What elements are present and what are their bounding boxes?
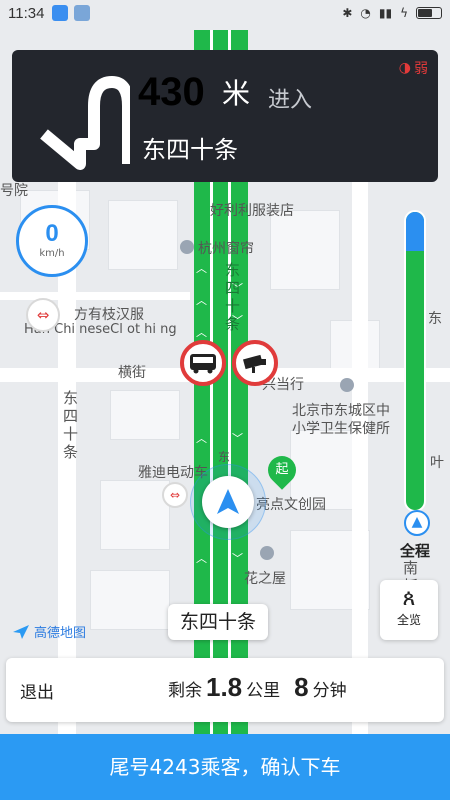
metro-icon: ⇔ [162, 482, 188, 508]
full-route-label: 全程 [400, 542, 431, 560]
car-position-icon [202, 476, 254, 528]
metro-icon: ⇔ [26, 298, 60, 332]
satellite-icon: ◑ [398, 60, 411, 76]
map-block [270, 210, 340, 290]
map-label: 花之屋 [244, 571, 286, 587]
app-notification-icon [52, 5, 69, 21]
remaining-distance-unit: 公里 [246, 681, 281, 701]
amap-logo-icon [13, 624, 29, 639]
remaining-prefix: 剩余 [168, 681, 202, 701]
trip-info-card: 退出 剩余 1.8 公里 8 分钟 [6, 658, 444, 722]
status-bar: 11:34 ✱ ◔ ▮▮ ϟ [0, 0, 450, 26]
map-road [352, 180, 368, 735]
status-time: 11:34 [8, 4, 45, 22]
map-block [90, 570, 170, 630]
remaining-info: 剩余 1.8 公里 8 分钟 [168, 672, 347, 703]
u-turn-icon [40, 76, 130, 170]
map-label: 北京市东城区中 [292, 403, 390, 419]
road-label: 东四十条 [61, 390, 79, 462]
status-icons: ✱ ◔ ▮▮ ϟ [342, 6, 442, 20]
start-point-marker: 起 [262, 450, 302, 490]
distance-to-turn: 430 [138, 70, 205, 114]
poi-icon [260, 546, 274, 560]
remaining-distance: 1.8 [206, 672, 243, 702]
confirm-dropoff-button[interactable]: 尾号4243乘客，确认下车 [0, 734, 450, 800]
battery-icon [416, 7, 442, 19]
overview-button[interactable]: ጰ 全览 [380, 580, 438, 640]
speed-camera-icon [232, 340, 278, 386]
map-block [110, 390, 180, 440]
map-label: 好利利服装店 [210, 203, 294, 219]
bluetooth-icon: ✱ [342, 6, 353, 20]
gps-signal-indicator: ◑ 弱 [399, 58, 428, 78]
message-notification-icon [74, 5, 91, 21]
bus-lane-icon [180, 340, 226, 386]
map-label: 叶 [430, 455, 444, 471]
map-label: 东 [428, 311, 442, 327]
poi-icon [180, 240, 194, 254]
map-label: 横街 [118, 365, 146, 381]
charging-icon: ϟ [400, 6, 408, 20]
exit-button[interactable]: 退出 [20, 678, 54, 703]
map-road [0, 292, 190, 300]
turn-action: 进入 [268, 88, 313, 113]
amap-logo: 高德地图 [12, 622, 86, 641]
current-road-label: 东四十条 [168, 604, 269, 640]
road-label: 东四十条 [223, 262, 241, 334]
speed-unit: km/h [39, 248, 65, 259]
distance-unit: 米 [222, 77, 251, 110]
map-label: 方有枝汉服 [74, 307, 144, 323]
signal-icon: ▮▮ [378, 6, 393, 20]
route-progress-bar [404, 210, 426, 512]
map-label: 亮点文创园 [256, 497, 326, 513]
route-overview-icon: ጰ [402, 586, 416, 611]
poi-icon [340, 378, 354, 392]
wifi-icon: ◔ [360, 6, 371, 20]
speedometer: 0 km/h [16, 205, 88, 277]
overview-label: 全览 [396, 613, 421, 627]
remaining-time: 8 [294, 672, 309, 702]
map-block [100, 480, 170, 550]
map-label: 杭州窗帘 [198, 241, 254, 257]
map-label: 东 [218, 450, 231, 464]
map-label: 号院 [0, 183, 28, 199]
map-label: 小学卫生保健所 [292, 421, 390, 437]
next-road-name: 东四十条 [142, 136, 238, 164]
route-progress-completed [406, 212, 424, 251]
map-block [108, 200, 178, 270]
remaining-time-unit: 分钟 [312, 681, 347, 701]
signal-label: 弱 [414, 61, 428, 77]
route-position-icon: ▲ [404, 510, 430, 536]
speed-value: 0 [45, 220, 59, 247]
brand-name: 高德地图 [34, 626, 87, 641]
